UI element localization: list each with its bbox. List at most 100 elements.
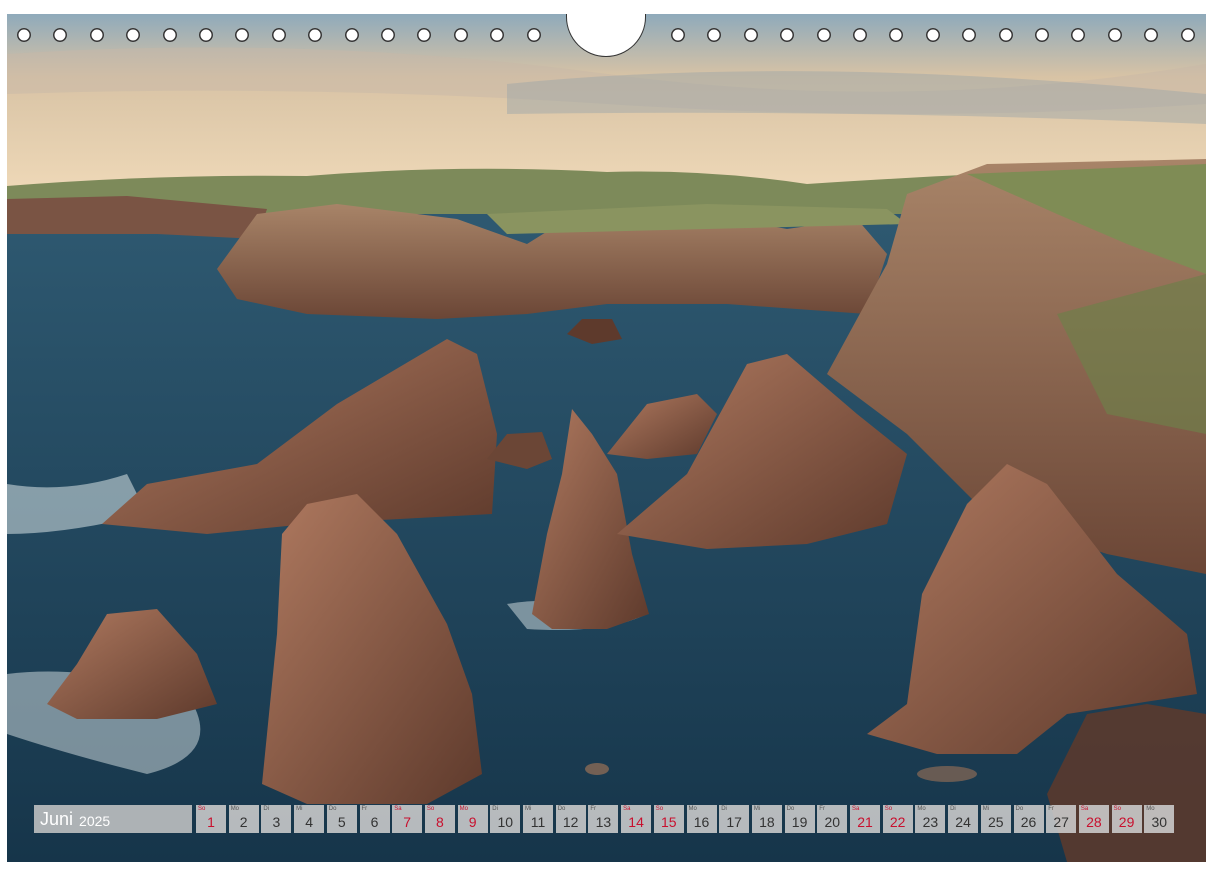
day-cell: Sa 7: [392, 805, 423, 833]
day-weekday: Do: [557, 806, 566, 812]
day-weekday: Di: [263, 806, 270, 812]
day-weekday: Sa: [1080, 806, 1089, 812]
day-cell: Sa 28: [1078, 805, 1109, 833]
binding-hole: [1180, 28, 1195, 42]
day-number: 25: [988, 814, 1004, 830]
day-number: 20: [824, 814, 841, 830]
day-cell: Di 10: [490, 805, 521, 833]
day-weekday: Mo: [1146, 806, 1155, 812]
binding-hole: [271, 28, 286, 42]
day-cell: Mi 25: [980, 805, 1011, 833]
day-cell: Do 12: [555, 805, 586, 833]
day-number: 12: [562, 814, 579, 830]
day-number: 19: [791, 814, 808, 830]
month-label-box: Juni 2025: [34, 805, 192, 833]
day-number: 3: [272, 814, 281, 830]
binding-hole: [381, 28, 395, 42]
binding-hole: [308, 28, 323, 42]
binding-hole: [889, 28, 904, 42]
day-weekday: Fr: [819, 806, 825, 812]
day-weekday: Do: [328, 806, 337, 812]
day-cell: Di 17: [719, 805, 750, 833]
day-weekday: So: [198, 806, 206, 812]
day-number: 24: [955, 814, 971, 830]
binding-hole: [453, 28, 468, 42]
day-number: 10: [497, 814, 514, 830]
day-weekday: Mo: [230, 806, 240, 812]
day-number: 29: [1118, 814, 1135, 830]
day-weekday: Mo: [917, 806, 926, 812]
day-cell: Mi 11: [523, 805, 553, 833]
binding-hole: [490, 28, 505, 42]
day-weekday: Di: [492, 806, 498, 812]
day-number: 14: [628, 814, 644, 830]
binding-hole: [780, 28, 795, 42]
binding-hole: [1035, 28, 1049, 42]
binding-hole: [344, 28, 359, 42]
day-cell: Do 5: [326, 805, 357, 833]
day-weekday: Sa: [394, 806, 402, 812]
binding-hole: [816, 28, 831, 42]
day-weekday: Mo: [459, 806, 468, 812]
day-cell: Mi 18: [751, 805, 782, 833]
binding-hole: [1144, 28, 1159, 42]
day-weekday: So: [1113, 806, 1121, 812]
day-number: 1: [207, 814, 215, 830]
day-cell: So 15: [653, 805, 684, 833]
day-weekday: So: [426, 806, 435, 812]
day-cell: So 22: [882, 805, 913, 833]
day-cell: So 29: [1111, 805, 1142, 833]
day-number: 27: [1053, 814, 1069, 830]
day-number: 23: [922, 814, 939, 830]
binding-hole: [417, 28, 432, 42]
day-weekday: Fr: [590, 806, 597, 812]
day-cell: Fr 6: [359, 805, 390, 833]
binding-hole: [526, 28, 541, 42]
day-cell: Mo 2: [228, 805, 259, 833]
day-cell: Mo 23: [915, 805, 946, 833]
binding-hole: [89, 28, 104, 42]
day-number: 28: [1086, 814, 1102, 830]
day-weekday: Do: [1015, 806, 1024, 812]
day-cell: So 8: [424, 805, 455, 833]
binding-hole: [962, 28, 977, 42]
day-cell: Sa 14: [621, 805, 652, 833]
day-weekday: Fr: [1048, 806, 1054, 812]
day-cell: So 1: [196, 805, 226, 833]
day-weekday: Fr: [361, 806, 368, 812]
day-cell: Mo 30: [1144, 805, 1175, 833]
day-number: 9: [468, 814, 477, 830]
binding-hole: [853, 28, 867, 42]
binding-hole: [1071, 28, 1086, 42]
binding-hole: [1107, 28, 1122, 42]
binding-hole: [53, 28, 68, 42]
binding-hole: [17, 28, 31, 42]
day-number: 2: [239, 814, 248, 830]
day-weekday: So: [884, 806, 893, 812]
day-weekday: Mi: [525, 806, 532, 812]
day-number: 22: [889, 814, 906, 830]
binding-hole: [162, 28, 177, 42]
day-cell: Do 19: [784, 805, 815, 833]
day-number: 4: [305, 814, 313, 830]
binding-hole: [126, 28, 141, 42]
binding-hole: [199, 28, 213, 42]
day-weekday: Di: [721, 806, 727, 812]
day-weekday: Sa: [852, 806, 860, 812]
day-number: 15: [661, 814, 677, 830]
day-weekday: Di: [950, 806, 956, 812]
binding-hole: [671, 28, 685, 42]
month-name: Juni: [40, 808, 74, 829]
day-cell: Mo 16: [686, 805, 717, 833]
coastal-sea-stacks-photo: [7, 14, 1206, 862]
day-cell: Fr 27: [1046, 805, 1077, 833]
day-cell: Fr 20: [817, 805, 848, 833]
day-number: 13: [595, 814, 612, 830]
binding-hole: [998, 28, 1013, 42]
day-number: 5: [337, 814, 346, 830]
day-cell: Fr 13: [588, 805, 619, 833]
day-cell: Mo 9: [457, 805, 488, 833]
day-cell: Di 3: [261, 805, 292, 833]
binding-hole: [235, 28, 250, 42]
day-number: 26: [1020, 814, 1037, 830]
